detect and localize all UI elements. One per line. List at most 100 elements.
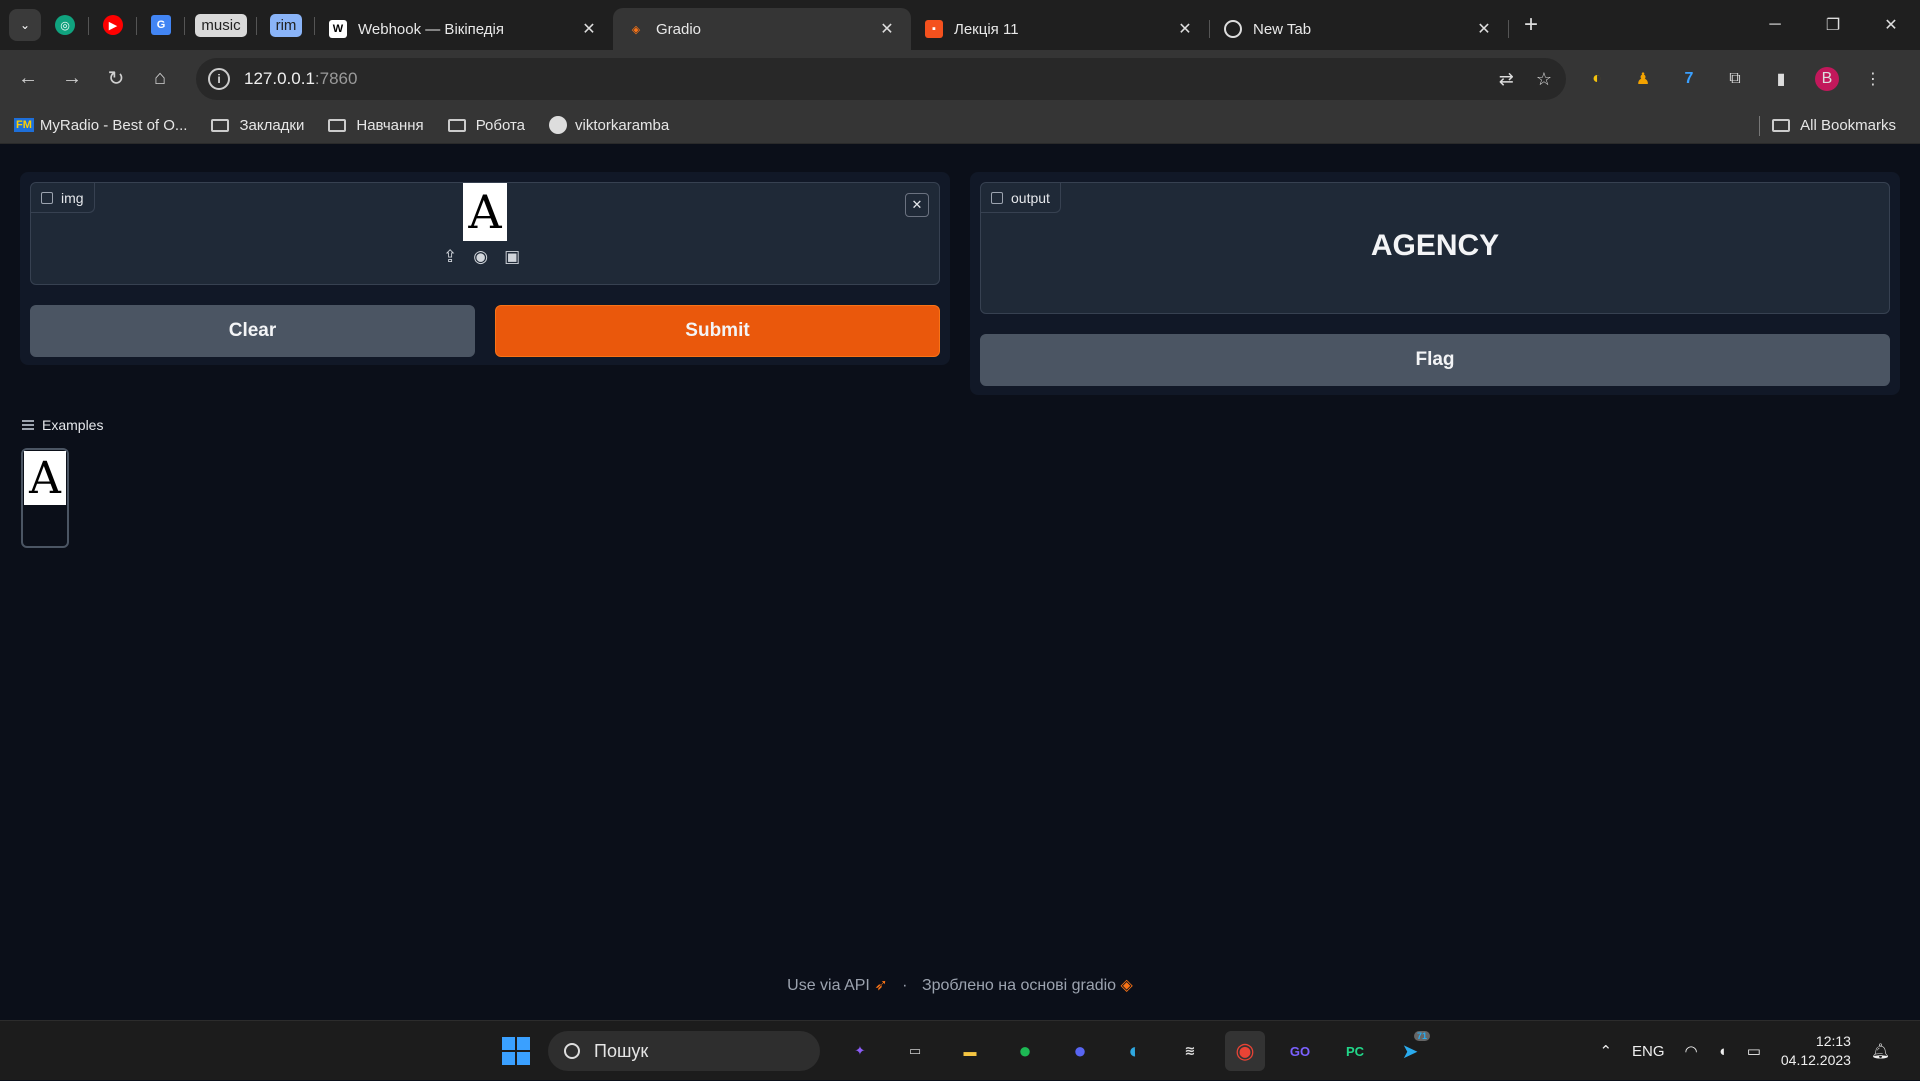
pinned-tab-music[interactable]: music bbox=[185, 7, 257, 43]
close-icon[interactable]: ✕ bbox=[1474, 19, 1494, 39]
chevron-down-icon: ⌄ bbox=[19, 18, 31, 32]
bookmark-folder-robota[interactable]: Робота bbox=[447, 117, 525, 134]
folder-icon bbox=[328, 118, 347, 132]
battery-icon[interactable]: ▭ bbox=[1747, 1042, 1761, 1060]
example-item[interactable]: A bbox=[21, 448, 69, 548]
notification-bell-icon[interactable]: 🔔︎ bbox=[1871, 1042, 1890, 1060]
telegram-app[interactable]: ➤ 71 bbox=[1390, 1031, 1430, 1071]
chevron-up-icon[interactable]: ⌃ bbox=[1599, 1042, 1612, 1060]
chrome-app[interactable]: ◉ bbox=[1225, 1031, 1265, 1071]
site-info-icon[interactable]: i bbox=[208, 68, 230, 90]
browser-tab-strip: ⌄ ◎ ▶ G music rim W Webhook — Вікіпедія … bbox=[0, 0, 1920, 50]
tab-new-tab[interactable]: New Tab ✕ bbox=[1210, 8, 1508, 50]
kebab-menu-icon[interactable]: ⋮ bbox=[1861, 67, 1885, 91]
restore-button[interactable]: ❐ bbox=[1804, 0, 1862, 50]
pycharm-app[interactable]: PC bbox=[1335, 1031, 1375, 1071]
pinned-tab-translate[interactable]: G bbox=[137, 7, 185, 43]
clipboard-icon[interactable]: ▣ bbox=[504, 247, 520, 267]
text-icon bbox=[991, 191, 1003, 204]
window-close-button[interactable]: ✕ bbox=[1862, 0, 1920, 50]
wikipedia-icon: W bbox=[329, 20, 347, 38]
fm-icon: FM bbox=[14, 118, 34, 132]
start-button[interactable] bbox=[502, 1037, 530, 1065]
tab-webhook[interactable]: W Webhook — Вікіпедія ✕ bbox=[315, 8, 613, 50]
copilot-app[interactable]: ✦ bbox=[840, 1031, 880, 1071]
submit-button[interactable]: Submit bbox=[495, 305, 940, 357]
google-translate-icon: G bbox=[151, 15, 171, 35]
star-icon[interactable]: ☆ bbox=[1536, 69, 1552, 90]
clear-image-button[interactable]: ✕ bbox=[905, 193, 929, 217]
webcam-icon[interactable]: ◉ bbox=[473, 247, 488, 267]
tab-gradio[interactable]: ◈ Gradio ✕ bbox=[613, 8, 911, 50]
discord-app[interactable]: ● bbox=[1060, 1031, 1100, 1071]
wifi-icon[interactable]: ◠ bbox=[1685, 1042, 1698, 1060]
folder-icon bbox=[211, 118, 230, 132]
bookmark-github[interactable]: viktorkaramba bbox=[549, 116, 669, 134]
address-bar[interactable]: i 127.0.0.1:7860 ⇄ ☆ bbox=[196, 58, 1566, 100]
volume-icon[interactable]: ◖ bbox=[1718, 1043, 1727, 1060]
example-image: A bbox=[24, 451, 66, 505]
windows-logo-tile bbox=[502, 1052, 515, 1065]
pinned-tab-chatgpt[interactable]: ◎ bbox=[41, 7, 89, 43]
output-label-text: output bbox=[1011, 189, 1050, 206]
image-input-block[interactable]: img A ⇪ ◉ ▣ ✕ bbox=[30, 182, 940, 285]
tab-lecture[interactable]: ▪ Лекція 11 ✕ bbox=[911, 8, 1209, 50]
extension-icon-2[interactable]: ♟ bbox=[1631, 67, 1655, 91]
pinned-tab-rim[interactable]: rim bbox=[257, 7, 315, 43]
tab-separator bbox=[1508, 20, 1509, 38]
new-tab-button[interactable]: + bbox=[1513, 7, 1549, 43]
search-placeholder: Пошук bbox=[594, 1040, 649, 1061]
spotify-app[interactable]: ● bbox=[1005, 1031, 1045, 1071]
bookmark-label: viktorkaramba bbox=[575, 116, 670, 134]
clock-time: 12:13 bbox=[1815, 1033, 1851, 1049]
built-with-gradio-link[interactable]: Зроблено на основі gradio bbox=[922, 977, 1116, 994]
back-button[interactable]: ← bbox=[6, 57, 50, 101]
bookmark-myradio[interactable]: FM MyRadio - Best of O... bbox=[14, 117, 187, 134]
gradio-logo-icon: ◈ bbox=[1120, 977, 1133, 994]
upload-icon[interactable]: ⇪ bbox=[443, 247, 457, 267]
url-port: :7860 bbox=[314, 69, 358, 88]
file-explorer-app[interactable]: ▬ bbox=[950, 1031, 990, 1071]
language-indicator[interactable]: ENG bbox=[1632, 1043, 1665, 1060]
notification-badge: 71 bbox=[1413, 1031, 1430, 1041]
forward-button[interactable]: → bbox=[50, 57, 94, 101]
search-icon bbox=[564, 1043, 580, 1059]
edge-app[interactable]: ◐ bbox=[1115, 1031, 1155, 1071]
flag-button[interactable]: Flag bbox=[980, 334, 1890, 386]
bookmark-folder-zakladky[interactable]: Закладки bbox=[211, 117, 304, 134]
pinned-tab-music-label: music bbox=[195, 13, 247, 37]
task-view-app[interactable]: ▭ bbox=[895, 1031, 935, 1071]
sidepanel-icon[interactable]: ▮ bbox=[1769, 67, 1793, 91]
close-icon[interactable]: ✕ bbox=[1175, 19, 1195, 39]
input-label-text: img bbox=[61, 189, 84, 206]
gradio-page: img A ⇪ ◉ ▣ ✕ Clear Submit output AGENCY… bbox=[0, 145, 1920, 1020]
uploaded-image: A bbox=[463, 183, 507, 241]
profile-avatar[interactable]: B bbox=[1815, 66, 1839, 91]
clock[interactable]: 12:13 04.12.2023 bbox=[1781, 1032, 1851, 1070]
all-bookmarks[interactable]: All Bookmarks bbox=[1772, 117, 1896, 134]
chatgpt-icon: ◎ bbox=[55, 15, 75, 35]
stack-app[interactable]: ≋ bbox=[1170, 1031, 1210, 1071]
close-icon[interactable]: ✕ bbox=[877, 19, 897, 39]
close-icon[interactable]: ✕ bbox=[579, 19, 599, 39]
home-button[interactable]: ⌂ bbox=[138, 57, 182, 101]
goland-app[interactable]: GO bbox=[1280, 1031, 1320, 1071]
footer-separator: · bbox=[902, 977, 908, 994]
tab-title: New Tab bbox=[1253, 20, 1312, 38]
use-via-api-link[interactable]: Use via API bbox=[787, 977, 870, 994]
minimize-button[interactable]: ─ bbox=[1746, 0, 1804, 50]
taskbar-search[interactable]: Пошук bbox=[548, 1031, 820, 1071]
pinned-tab-youtube-music[interactable]: ▶ bbox=[89, 7, 137, 43]
windows-logo-tile bbox=[517, 1037, 530, 1050]
translate-icon[interactable]: ⇄ bbox=[1499, 69, 1514, 90]
puzzle-icon[interactable]: ⧉ bbox=[1723, 67, 1747, 91]
clear-button[interactable]: Clear bbox=[30, 305, 475, 357]
bookmark-folder-navchannya[interactable]: Навчання bbox=[328, 117, 424, 134]
extension-icon-3[interactable]: 7 bbox=[1677, 67, 1701, 91]
omnibox-actions: ⇄ ☆ bbox=[1499, 69, 1552, 90]
extension-icon-1[interactable]: ◐ bbox=[1585, 67, 1609, 91]
tab-title: Gradio bbox=[656, 20, 702, 38]
reload-button[interactable]: ↻ bbox=[94, 57, 138, 101]
tab-search-button[interactable]: ⌄ bbox=[9, 9, 41, 41]
image-source-options: ⇪ ◉ ▣ bbox=[443, 247, 520, 267]
